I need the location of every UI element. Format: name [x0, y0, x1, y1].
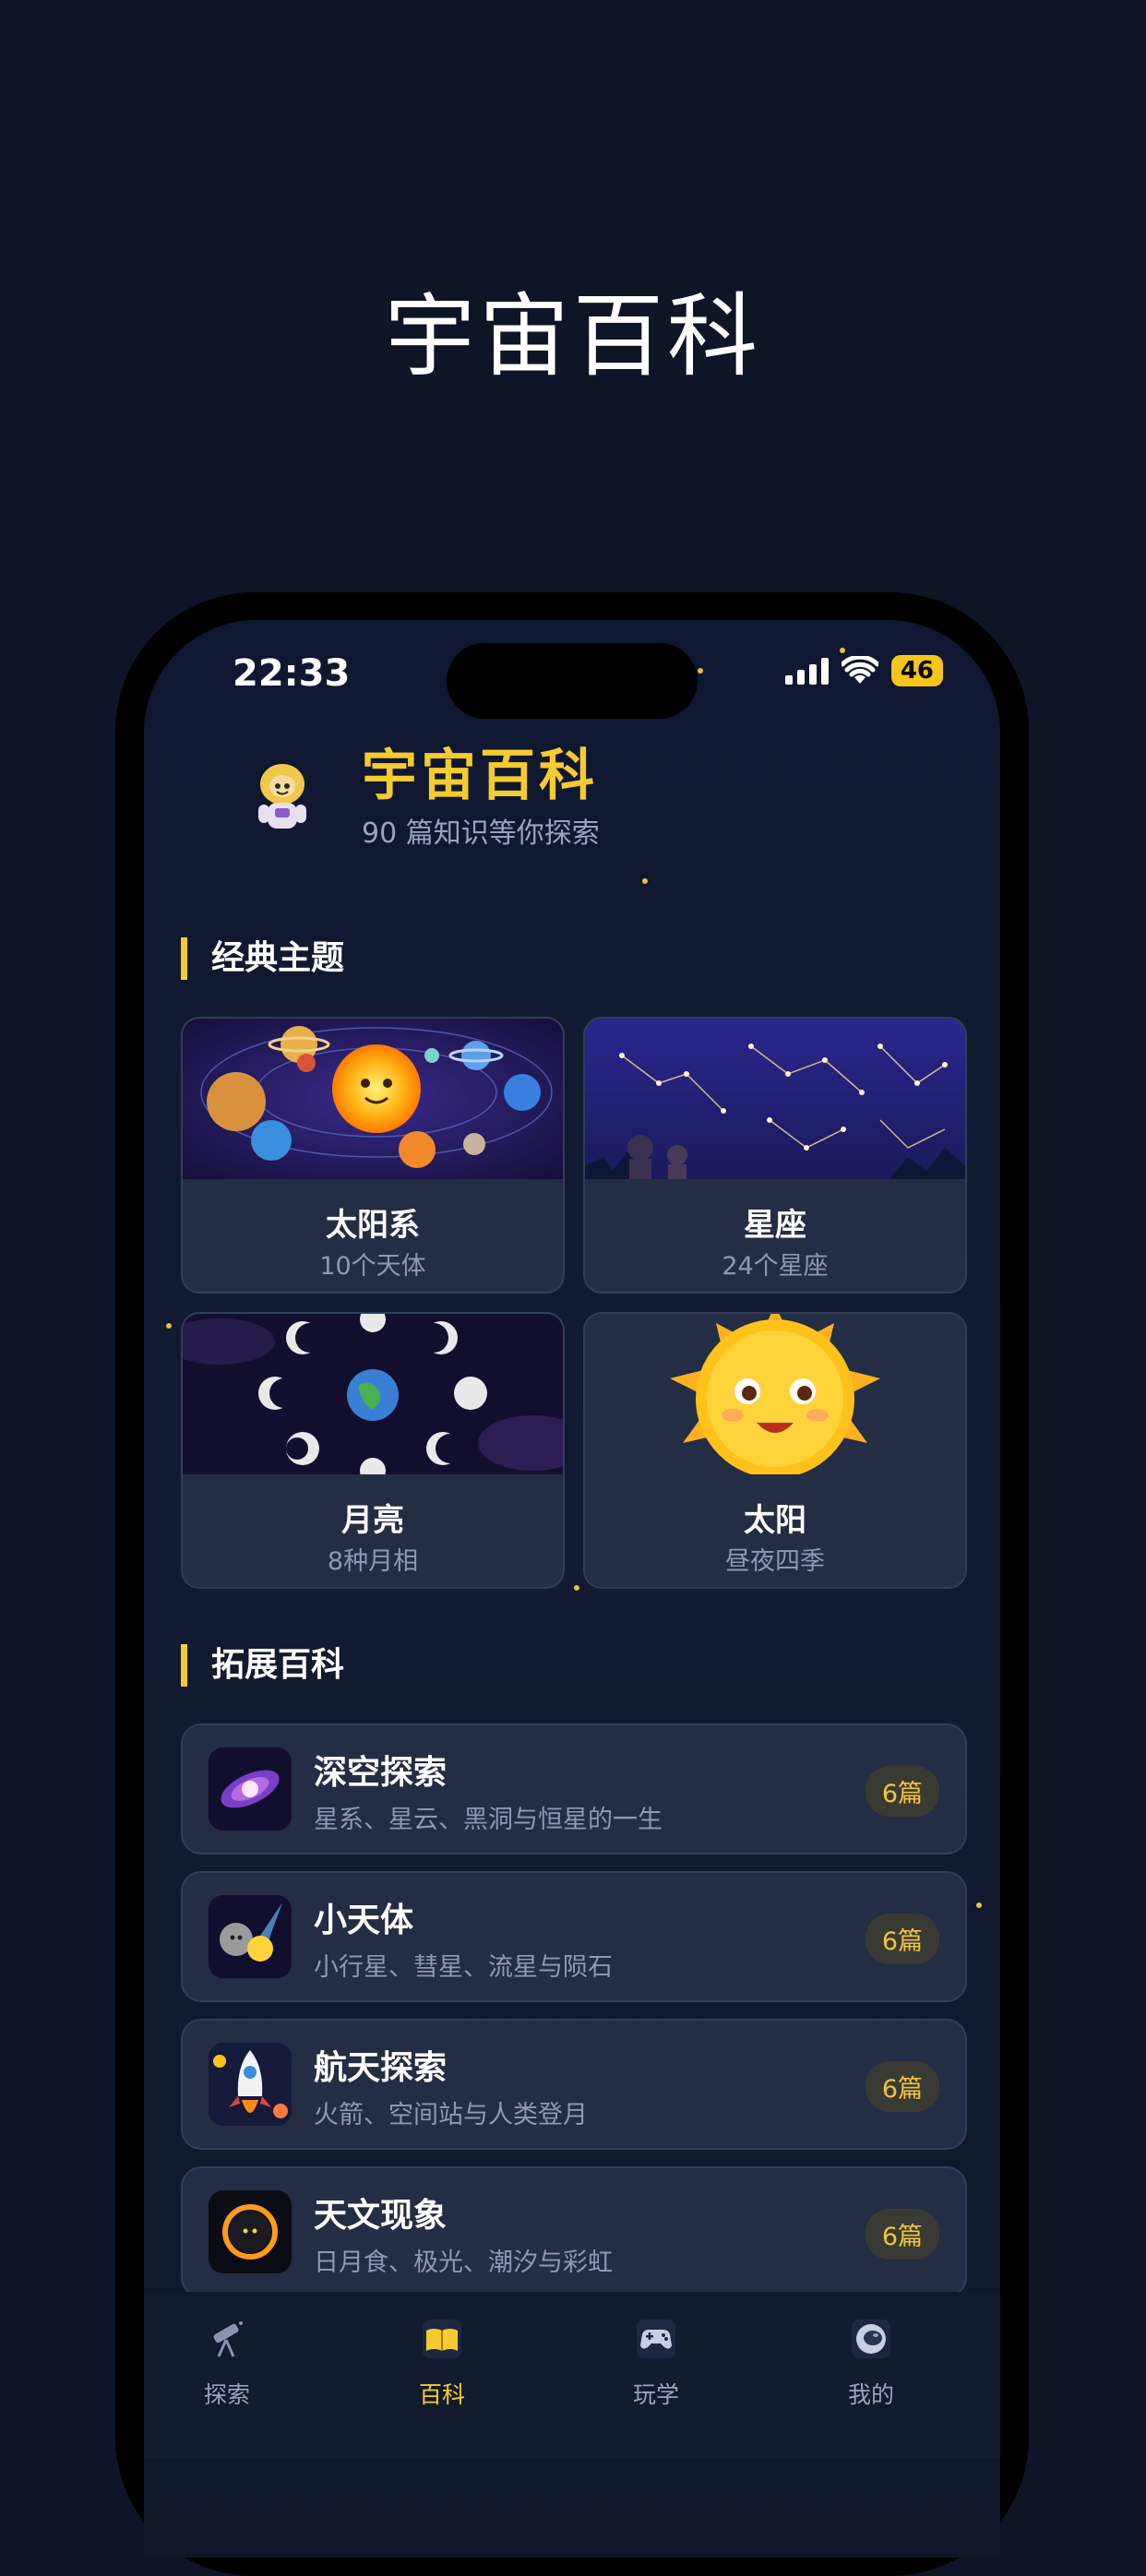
- list-item-astro-phenomena[interactable]: 天文现象 日月食、极光、潮汐与彩虹 6篇: [181, 2166, 967, 2297]
- star-decoration: [642, 878, 648, 884]
- topic-count: 10个天体: [319, 1252, 426, 1281]
- topic-name: 太阳系: [326, 1207, 420, 1244]
- tab-label: 百科: [418, 2381, 465, 2408]
- telescope-icon: [213, 2321, 243, 2357]
- section-title-extended: 拓展百科: [181, 1644, 344, 1687]
- list-item-desc: 火箭、空间站与人类登月: [314, 2101, 588, 2129]
- topic-card-solar-system[interactable]: 太阳系 10个天体: [181, 1017, 565, 1294]
- battery-indicator: 46: [890, 655, 943, 686]
- article-count-badge: 6篇: [865, 1914, 939, 1964]
- list-item-title: 天文现象: [314, 2197, 448, 2235]
- topic-count: 昼夜四季: [725, 1547, 825, 1576]
- topic-count: 24个星座: [722, 1252, 829, 1281]
- dynamic-island: [447, 643, 698, 719]
- section-title-classic: 经典主题: [181, 937, 344, 980]
- astronaut-helmet-icon: [852, 2320, 890, 2358]
- star-decoration: [574, 1585, 579, 1591]
- topic-count: 8种月相: [327, 1547, 419, 1576]
- article-count-badge: 6篇: [865, 2209, 939, 2260]
- topic-name: 太阳: [744, 1502, 806, 1539]
- tab-encyclopedia[interactable]: 百科: [368, 2316, 516, 2410]
- list-item-small-bodies[interactable]: 小天体 小行星、彗星、流星与陨石 6篇: [181, 1871, 967, 2002]
- book-icon: [423, 2320, 461, 2358]
- status-time: 22:33: [233, 652, 351, 695]
- tab-label: 玩学: [632, 2381, 679, 2408]
- page-title: 宇宙百科: [362, 744, 598, 808]
- galaxy-icon: [209, 1747, 292, 1831]
- tab-profile[interactable]: 我的: [797, 2316, 945, 2410]
- star-decoration: [976, 1902, 982, 1908]
- topic-name: 星座: [744, 1207, 806, 1244]
- topic-name: 月亮: [341, 1502, 404, 1539]
- tab-label: 探索: [203, 2381, 250, 2408]
- astronaut-icon: [258, 764, 306, 829]
- star-decoration: [698, 668, 703, 674]
- article-count-badge: 6篇: [865, 2061, 939, 2112]
- solar-system-image: [183, 1019, 563, 1179]
- star-decoration: [166, 1323, 172, 1329]
- tab-play-learn[interactable]: 玩学: [582, 2316, 730, 2410]
- page-subtitle: 90 篇知识等你探索: [362, 817, 600, 850]
- status-icons: 46: [784, 655, 943, 686]
- topic-card-sun[interactable]: 太阳 昼夜四季: [583, 1312, 967, 1589]
- constellations-image: [585, 1019, 965, 1179]
- gamepad-icon: [637, 2320, 675, 2358]
- list-item-spaceflight[interactable]: 航天探索 火箭、空间站与人类登月 6篇: [181, 2019, 967, 2150]
- rocket-icon: [209, 2043, 292, 2126]
- list-item-deep-space[interactable]: 深空探索 星系、星云、黑洞与恒星的一生 6篇: [181, 1723, 967, 1854]
- topic-card-moon[interactable]: 月亮 8种月相: [181, 1312, 565, 1589]
- list-item-desc: 日月食、极光、潮汐与彩虹: [314, 2248, 613, 2277]
- promo-headline: 宇宙百科: [384, 284, 761, 389]
- tab-explore[interactable]: 探索: [153, 2316, 301, 2410]
- phone-screen: 22:33 46 宇宙百科 90 篇知识等你探索 经典主题 太阳系 10个天体 …: [144, 620, 1000, 2558]
- list-item-desc: 小行星、彗星、流星与陨石: [314, 1953, 613, 1982]
- star-decoration: [840, 648, 845, 653]
- article-count-badge: 6篇: [865, 1766, 939, 1817]
- list-item-title: 小天体: [314, 1902, 414, 1939]
- sun-image: [585, 1314, 965, 1474]
- topic-card-constellations[interactable]: 星座 24个星座: [583, 1017, 967, 1294]
- wifi-icon: [841, 656, 878, 684]
- list-item-title: 航天探索: [314, 2049, 448, 2087]
- tab-bar: 探索 百科 玩学 我的: [144, 2292, 1000, 2458]
- cellular-signal-icon: [784, 657, 829, 685]
- eclipse-icon: [209, 2190, 292, 2273]
- tab-label: 我的: [847, 2381, 894, 2408]
- list-item-title: 深空探索: [314, 1754, 448, 1792]
- moon-phases-image: [183, 1314, 563, 1474]
- list-item-desc: 星系、星云、黑洞与恒星的一生: [314, 1806, 663, 1834]
- comet-icon: [209, 1895, 292, 1978]
